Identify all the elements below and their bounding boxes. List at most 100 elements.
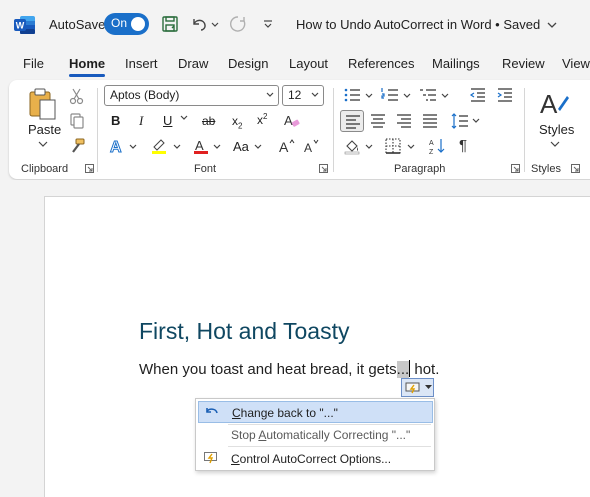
- chevron-down-icon: [547, 20, 557, 30]
- strikethrough-icon[interactable]: ab: [202, 114, 215, 128]
- increase-indent-icon[interactable]: [496, 86, 514, 104]
- multilevel-list-icon[interactable]: [419, 86, 437, 104]
- document-title-text: How to Undo AutoCorrect in Word • Saved: [296, 17, 541, 32]
- menu-item-change-back[interactable]: Change back to "...": [198, 401, 433, 423]
- tab-insert[interactable]: Insert: [125, 56, 158, 71]
- save-icon[interactable]: [160, 14, 180, 34]
- svg-text:A: A: [304, 141, 312, 155]
- sort-icon[interactable]: AZ: [428, 137, 446, 156]
- tab-mailings[interactable]: Mailings: [432, 56, 480, 71]
- word-logo-icon: W: [14, 15, 36, 35]
- format-painter-icon[interactable]: [68, 137, 86, 155]
- tab-references[interactable]: References: [348, 56, 414, 71]
- autosave-toggle[interactable]: On: [104, 13, 149, 35]
- line-spacing-dropdown-icon[interactable]: [472, 118, 480, 124]
- autosave-state: On: [111, 16, 128, 30]
- styles-button-label[interactable]: Styles: [539, 122, 574, 137]
- copy-icon[interactable]: [68, 112, 86, 130]
- font-color-icon[interactable]: A: [192, 137, 210, 155]
- cut-icon[interactable]: [68, 87, 86, 105]
- show-formatting-marks-icon[interactable]: ¶: [459, 137, 467, 154]
- autocorrect-options-button[interactable]: [401, 378, 434, 397]
- numbering-dropdown-icon[interactable]: [403, 93, 411, 99]
- undo-dropdown-icon[interactable]: [210, 14, 220, 34]
- decrease-indent-icon[interactable]: [469, 86, 487, 104]
- tab-home[interactable]: Home: [69, 56, 105, 71]
- highlight-dropdown-icon[interactable]: [173, 144, 181, 150]
- shading-icon[interactable]: [343, 137, 361, 155]
- menu-item-label: Stop Automatically Correcting "...": [231, 428, 411, 442]
- grow-font-icon[interactable]: A: [278, 137, 296, 155]
- menu-separator: [228, 446, 431, 447]
- menu-item-label: Control AutoCorrect Options...: [231, 452, 392, 466]
- change-case-button[interactable]: Aa: [233, 139, 249, 154]
- font-color-dropdown-icon[interactable]: [213, 144, 221, 150]
- borders-dropdown-icon[interactable]: [407, 144, 415, 150]
- body-text-before: When you toast and heat bread, it gets: [139, 361, 397, 378]
- numbering-icon[interactable]: [381, 86, 399, 104]
- tab-view[interactable]: View: [562, 56, 590, 71]
- body-text-after: hot.: [410, 361, 440, 378]
- autocorrect-lightning-icon: [204, 451, 218, 465]
- italic-icon[interactable]: I: [139, 113, 143, 129]
- ribbon-separator: [524, 88, 525, 172]
- styles-launcher-icon[interactable]: [571, 164, 580, 173]
- customize-qat-icon[interactable]: [258, 14, 278, 34]
- autocorrect-options-menu: Change back to "..." Stop Automatically …: [195, 398, 435, 471]
- svg-text:A: A: [110, 139, 122, 156]
- menu-item-stop-autocorrecting[interactable]: Stop Automatically Correcting "...": [198, 424, 433, 446]
- font-name-combobox[interactable]: Aptos (Body): [104, 85, 279, 106]
- superscript-icon[interactable]: x2: [257, 112, 267, 127]
- subscript-icon[interactable]: x2: [232, 114, 242, 130]
- tab-review[interactable]: Review: [502, 56, 545, 71]
- align-left-icon: [344, 113, 362, 131]
- svg-text:A: A: [284, 113, 293, 128]
- multilevel-dropdown-icon[interactable]: [441, 93, 449, 99]
- undo-arrow-icon: [205, 405, 219, 419]
- shading-dropdown-icon[interactable]: [365, 144, 373, 150]
- underline-dropdown-icon[interactable]: [180, 115, 188, 121]
- clear-formatting-icon[interactable]: A: [283, 112, 301, 130]
- bullets-dropdown-icon[interactable]: [365, 93, 373, 99]
- shrink-font-icon[interactable]: A: [303, 137, 321, 155]
- tab-design[interactable]: Design: [228, 56, 268, 71]
- align-center-icon[interactable]: [369, 112, 387, 130]
- text-effects-dropdown-icon[interactable]: [129, 144, 137, 150]
- highlight-color-icon[interactable]: [150, 137, 168, 155]
- font-size-value: 12: [288, 88, 302, 102]
- document-heading[interactable]: First, Hot and Toasty: [139, 318, 350, 345]
- align-left-button[interactable]: [340, 110, 364, 132]
- line-spacing-icon[interactable]: [451, 112, 469, 130]
- tab-draw[interactable]: Draw: [178, 56, 208, 71]
- font-group-label: Font: [194, 163, 217, 175]
- autocorrected-text[interactable]: ...: [396, 361, 410, 378]
- ribbon-separator: [97, 88, 98, 172]
- menu-item-control-autocorrect-options[interactable]: Control AutoCorrect Options...: [198, 448, 433, 470]
- underline-icon[interactable]: U: [163, 113, 172, 128]
- align-right-icon[interactable]: [395, 112, 413, 130]
- bold-icon[interactable]: B: [111, 113, 120, 128]
- clipboard-launcher-icon[interactable]: [85, 164, 94, 173]
- justify-icon[interactable]: [421, 112, 439, 130]
- font-size-combobox[interactable]: 12: [282, 85, 324, 106]
- font-launcher-icon[interactable]: [319, 164, 328, 173]
- paste-icon[interactable]: [27, 87, 59, 121]
- styles-dropdown-icon[interactable]: [550, 140, 560, 148]
- tab-layout[interactable]: Layout: [289, 56, 328, 71]
- redo-icon[interactable]: [228, 14, 248, 34]
- svg-text:W: W: [16, 21, 25, 31]
- paragraph-group-label: Paragraph: [394, 163, 446, 175]
- document-title[interactable]: How to Undo AutoCorrect in Word • Saved: [296, 17, 557, 32]
- autosave-label: AutoSave: [49, 17, 106, 32]
- borders-icon[interactable]: [384, 137, 402, 155]
- paste-label[interactable]: Paste: [28, 122, 61, 137]
- document-body-paragraph[interactable]: When you toast and heat bread, it gets..…: [139, 360, 439, 378]
- paste-dropdown-icon[interactable]: [38, 140, 48, 148]
- change-case-dropdown-icon[interactable]: [254, 144, 262, 150]
- bullets-icon[interactable]: [343, 86, 361, 104]
- paragraph-launcher-icon[interactable]: [511, 164, 520, 173]
- text-effects-icon[interactable]: A: [108, 137, 126, 157]
- styles-gallery-icon[interactable]: A: [538, 87, 570, 119]
- undo-icon[interactable]: [190, 14, 210, 34]
- tab-file[interactable]: File: [23, 56, 44, 71]
